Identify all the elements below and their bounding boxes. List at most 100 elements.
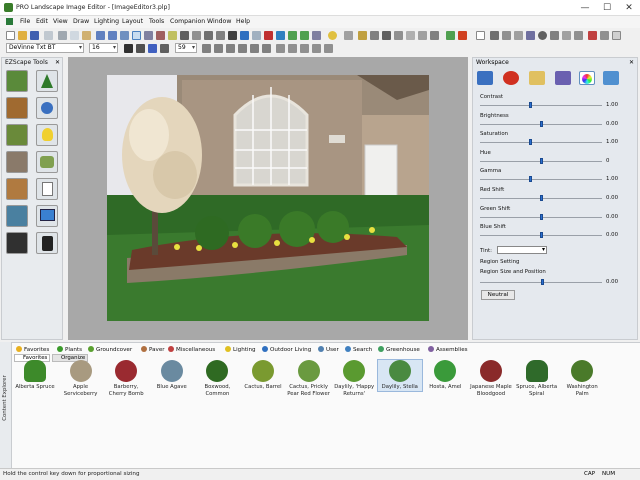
category-tab-paver[interactable]: Paver	[141, 346, 165, 353]
plant-item[interactable]: Hosta, Amel	[423, 360, 467, 391]
plant-item[interactable]: Japanese Maple Bloodgood	[469, 360, 513, 397]
select-arrow-icon[interactable]	[132, 31, 141, 40]
layer-icon[interactable]	[240, 31, 249, 40]
plant-item[interactable]: Alberta Spruce	[13, 360, 57, 391]
ellipse-icon[interactable]	[204, 31, 213, 40]
plant-item[interactable]: Boxwood, Common	[195, 360, 239, 397]
distribute-v-icon[interactable]	[288, 44, 297, 53]
align-icon[interactable]	[312, 31, 321, 40]
redo-icon[interactable]	[108, 31, 117, 40]
ezscape-close-icon[interactable]: ✕	[55, 59, 60, 66]
slider-track[interactable]	[480, 179, 602, 181]
fade-icon[interactable]	[430, 31, 439, 40]
save-icon[interactable]	[30, 31, 39, 40]
slider-thumb[interactable]	[540, 232, 543, 239]
menu-companion[interactable]: Companion	[170, 18, 205, 25]
plant-item[interactable]: Barberry, Cherry Bomb	[104, 360, 148, 397]
slider-thumb[interactable]	[540, 157, 543, 164]
fill-icon[interactable]	[600, 31, 609, 40]
bold-icon[interactable]	[124, 44, 133, 53]
zoom-icon[interactable]	[120, 31, 129, 40]
same-size-icon[interactable]	[324, 44, 333, 53]
wall-tool-icon[interactable]	[6, 178, 28, 200]
eraser-icon[interactable]	[514, 31, 523, 40]
plant-icon[interactable]	[446, 31, 455, 40]
region-slider-thumb[interactable]	[541, 279, 544, 285]
properties-tab-icon[interactable]	[477, 71, 493, 85]
open-icon[interactable]	[18, 31, 27, 40]
category-tab-lighting[interactable]: Lighting	[225, 346, 256, 353]
grid-icon[interactable]	[252, 31, 261, 40]
font-select[interactable]: DeVinne Txt BT	[6, 43, 84, 53]
brush-icon[interactable]	[550, 31, 559, 40]
smudge-icon[interactable]	[562, 31, 571, 40]
light-bulb-icon[interactable]	[328, 31, 337, 40]
menu-layout[interactable]: Layout	[122, 18, 143, 25]
layers-tab-icon[interactable]	[555, 71, 571, 85]
clone-icon[interactable]	[502, 31, 511, 40]
plant-item[interactable]: Spruce, Alberta Spiral	[515, 360, 559, 397]
text-icon[interactable]	[168, 31, 177, 40]
close-button[interactable]: ✕	[623, 2, 635, 14]
maximize-button[interactable]: ☐	[601, 2, 613, 14]
photo-tool-icon[interactable]	[6, 205, 28, 227]
category-tab-groundcover[interactable]: Groundcover	[88, 346, 132, 353]
align-left-icon[interactable]	[202, 44, 211, 53]
opacity-select[interactable]: 59	[175, 43, 197, 53]
lighting-tool-icon[interactable]	[36, 124, 58, 146]
plant-item[interactable]: Daylily, 'Happy Returns'	[332, 360, 376, 397]
plant-item[interactable]: Blue Agave	[150, 360, 194, 391]
slider-thumb[interactable]	[529, 102, 533, 108]
menu-edit[interactable]: Edit	[36, 18, 48, 25]
paste-icon[interactable]	[82, 31, 91, 40]
undo-icon[interactable]	[96, 31, 105, 40]
category-tab-outdoor-living[interactable]: Outdoor Living	[262, 346, 311, 353]
crop-icon[interactable]	[382, 31, 391, 40]
rotate-icon[interactable]	[370, 31, 379, 40]
line-style-icon[interactable]	[160, 44, 169, 53]
options-icon[interactable]	[612, 31, 621, 40]
paver-tool-icon[interactable]	[6, 151, 28, 173]
align-right-icon[interactable]	[226, 44, 235, 53]
copy-icon[interactable]	[70, 31, 79, 40]
slider-thumb[interactable]	[540, 120, 543, 127]
slider-thumb[interactable]	[529, 139, 533, 146]
shadow-icon[interactable]	[394, 31, 403, 40]
slider-thumb[interactable]	[540, 195, 543, 201]
menu-draw[interactable]: Draw	[73, 18, 89, 25]
tint-color-select[interactable]: ▾	[497, 246, 547, 254]
mulch-tool-icon[interactable]	[6, 97, 28, 119]
align-top-icon[interactable]	[238, 44, 247, 53]
heal-icon[interactable]	[588, 31, 597, 40]
arrange-tool-icon[interactable]	[36, 97, 58, 119]
document-tool-icon[interactable]	[36, 178, 58, 200]
plant-item[interactable]: Cactus, Prickly Pear Red Flower	[287, 360, 331, 397]
grass-tool-icon[interactable]	[6, 124, 28, 146]
tablet-tool-icon[interactable]	[36, 232, 58, 254]
category-tab-assemblies[interactable]: Assemblies	[428, 346, 468, 353]
plant-item[interactable]: Cactus, Barrel	[241, 360, 285, 391]
menu-help[interactable]: Help	[236, 18, 250, 25]
align-middle-icon[interactable]	[250, 44, 259, 53]
polygon-icon[interactable]	[216, 31, 225, 40]
category-tab-user[interactable]: User	[318, 346, 339, 353]
color-tab-icon[interactable]	[503, 71, 519, 85]
slider-track[interactable]	[480, 142, 602, 144]
slider-thumb[interactable]	[529, 176, 533, 183]
same-height-icon[interactable]	[312, 44, 321, 53]
print-icon[interactable]	[44, 31, 53, 40]
menu-view[interactable]: View	[53, 18, 68, 25]
circle-select-icon[interactable]	[538, 31, 547, 40]
plant-item[interactable]: Washington Palm	[560, 360, 604, 397]
send-back-icon[interactable]	[276, 31, 285, 40]
category-tab-search[interactable]: Search	[345, 346, 372, 353]
align-bottom-icon[interactable]	[262, 44, 271, 53]
group-icon[interactable]	[288, 31, 297, 40]
font-size-select[interactable]: 16	[89, 43, 118, 53]
bring-front-icon[interactable]	[264, 31, 273, 40]
tree-tool-icon[interactable]	[36, 70, 58, 92]
category-tab-plants[interactable]: Plants	[57, 346, 82, 353]
paint-icon[interactable]	[228, 31, 237, 40]
ungroup-icon[interactable]	[300, 31, 309, 40]
adjust-tab-icon[interactable]	[579, 71, 595, 85]
